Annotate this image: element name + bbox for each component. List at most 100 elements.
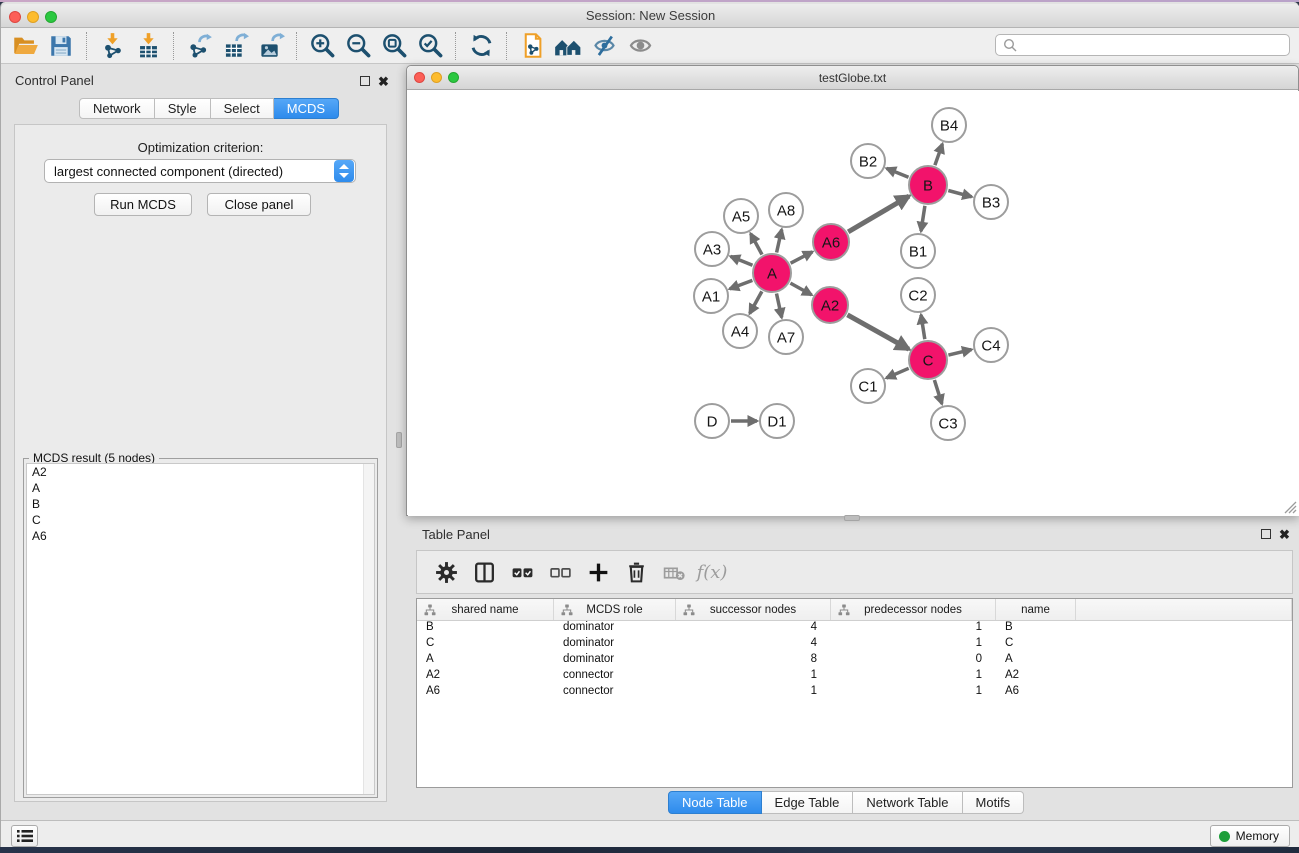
column-header-shared-name[interactable]: shared name <box>417 599 554 620</box>
edge-C-C3[interactable] <box>934 380 942 404</box>
table-cell[interactable]: 1 <box>676 669 831 685</box>
zoom-in-button[interactable] <box>304 31 340 61</box>
criterion-select[interactable]: largest connected component (directed) <box>44 159 356 183</box>
table-row[interactable]: Cdominator41C <box>417 637 1292 653</box>
edge-A-A8[interactable] <box>777 230 782 253</box>
control-panel-float-button[interactable] <box>360 76 370 86</box>
mcds-result-item[interactable]: A <box>27 480 374 496</box>
edge-A-A3[interactable] <box>731 256 753 265</box>
table-settings-button[interactable] <box>427 555 465 589</box>
tab-select[interactable]: Select <box>211 98 274 119</box>
edge-A-A4[interactable] <box>750 291 762 313</box>
table-cell[interactable]: B <box>996 621 1076 637</box>
export-network-button[interactable] <box>181 31 217 61</box>
table-cell[interactable]: dominator <box>554 637 676 653</box>
refresh-view-button[interactable] <box>463 31 499 61</box>
import-network-button[interactable] <box>94 31 130 61</box>
edge-B-B3[interactable] <box>948 191 971 197</box>
column-visibility-button[interactable] <box>465 555 503 589</box>
network-canvas[interactable]: ABCA2A6A1A3A4A5A7A8B1B2B3B4C1C2C3C4DD1 <box>408 91 1299 516</box>
edge-A2-C[interactable] <box>847 315 908 349</box>
table-cell[interactable]: connector <box>554 669 676 685</box>
first-neighbors-button[interactable] <box>550 31 586 61</box>
zoom-fit-button[interactable] <box>376 31 412 61</box>
create-column-button[interactable] <box>579 555 617 589</box>
table-cell[interactable]: C <box>417 637 554 653</box>
table-cell[interactable]: A2 <box>417 669 554 685</box>
new-network-from-selection-button[interactable] <box>514 31 550 61</box>
resize-grip-icon[interactable] <box>1284 501 1297 514</box>
zoom-selected-button[interactable] <box>412 31 448 61</box>
edge-B-B1[interactable] <box>921 206 925 231</box>
edge-C-C4[interactable] <box>948 350 971 356</box>
delete-table-button[interactable] <box>655 555 693 589</box>
function-builder-button[interactable]: f(x) <box>693 555 731 589</box>
column-header-predecessor-nodes[interactable]: predecessor nodes <box>831 599 996 620</box>
table-row[interactable]: Adominator80A <box>417 653 1292 669</box>
control-panel-close-button[interactable]: ✖ <box>378 76 389 87</box>
table-row[interactable]: A6connector11A6 <box>417 685 1292 701</box>
zoom-out-button[interactable] <box>340 31 376 61</box>
table-tab-node-table[interactable]: Node Table <box>668 791 762 814</box>
table-cell[interactable]: 1 <box>831 637 996 653</box>
edge-A-A1[interactable] <box>730 280 753 289</box>
edge-A-A2[interactable] <box>790 283 811 295</box>
table-cell[interactable]: 8 <box>676 653 831 669</box>
column-header-successor-nodes[interactable]: successor nodes <box>676 599 831 620</box>
table-tab-motifs[interactable]: Motifs <box>963 791 1025 814</box>
save-session-button[interactable] <box>43 31 79 61</box>
run-mcds-button[interactable]: Run MCDS <box>94 193 192 216</box>
export-table-button[interactable] <box>217 31 253 61</box>
mcds-result-item[interactable]: C <box>27 512 374 528</box>
table-cell[interactable]: A2 <box>996 669 1076 685</box>
tab-style[interactable]: Style <box>155 98 211 119</box>
table-cell[interactable]: 4 <box>676 621 831 637</box>
column-header-name[interactable]: name <box>996 599 1076 620</box>
mcds-result-item[interactable]: A2 <box>27 464 374 480</box>
vertical-splitter-handle[interactable] <box>396 432 402 448</box>
table-panel-float-button[interactable] <box>1261 529 1271 539</box>
edge-A-A6[interactable] <box>791 252 813 263</box>
table-cell[interactable]: A <box>996 653 1076 669</box>
table-cell[interactable]: dominator <box>554 653 676 669</box>
table-cell[interactable]: B <box>417 621 554 637</box>
search-input[interactable] <box>1021 36 1289 54</box>
table-cell[interactable]: C <box>996 637 1076 653</box>
import-table-button[interactable] <box>130 31 166 61</box>
table-panel-close-button[interactable]: ✖ <box>1279 529 1290 540</box>
edge-B-B4[interactable] <box>935 144 943 165</box>
column-header-mcds-role[interactable]: MCDS role <box>554 599 676 620</box>
show-all-button[interactable] <box>622 31 658 61</box>
table-tab-edge-table[interactable]: Edge Table <box>762 791 854 814</box>
table-cell[interactable]: A <box>417 653 554 669</box>
edge-A-A5[interactable] <box>751 234 762 255</box>
table-cell[interactable]: 1 <box>831 621 996 637</box>
memory-button[interactable]: Memory <box>1210 825 1290 847</box>
table-cell[interactable]: connector <box>554 685 676 701</box>
table-cell[interactable]: dominator <box>554 621 676 637</box>
mcds-result-item[interactable]: A6 <box>27 528 374 544</box>
deselect-all-rows-button[interactable] <box>541 555 579 589</box>
mcds-result-scrollbar[interactable] <box>363 464 374 794</box>
close-panel-button[interactable]: Close panel <box>207 193 311 216</box>
mcds-result-item[interactable]: B <box>27 496 374 512</box>
edge-A6-B[interactable] <box>848 196 909 232</box>
table-row[interactable]: Bdominator41B <box>417 621 1292 637</box>
table-cell[interactable]: 1 <box>831 685 996 701</box>
tab-mcds[interactable]: MCDS <box>274 98 339 119</box>
table-cell[interactable]: 4 <box>676 637 831 653</box>
task-history-button[interactable] <box>11 825 38 847</box>
hide-selected-button[interactable] <box>586 31 622 61</box>
table-cell[interactable]: 1 <box>831 669 996 685</box>
table-cell[interactable]: A6 <box>996 685 1076 701</box>
open-session-button[interactable] <box>7 31 43 61</box>
export-image-button[interactable] <box>253 31 289 61</box>
table-cell[interactable]: 1 <box>676 685 831 701</box>
edge-B-B2[interactable] <box>887 168 909 177</box>
table-cell[interactable]: 0 <box>831 653 996 669</box>
edge-C-C2[interactable] <box>921 315 925 339</box>
tab-network[interactable]: Network <box>79 98 155 119</box>
table-row[interactable]: A2connector11A2 <box>417 669 1292 685</box>
edge-C-C1[interactable] <box>886 368 908 378</box>
table-tab-network-table[interactable]: Network Table <box>853 791 962 814</box>
